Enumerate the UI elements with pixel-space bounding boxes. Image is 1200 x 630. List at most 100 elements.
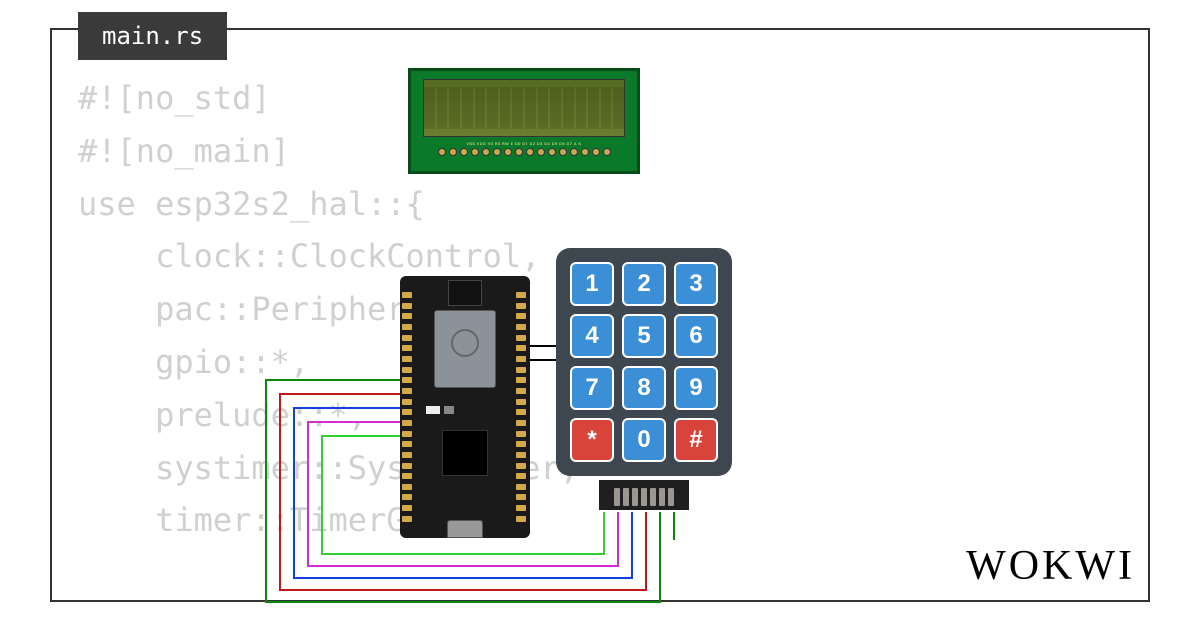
- board-pin[interactable]: [402, 324, 412, 330]
- board-pin[interactable]: [516, 367, 526, 373]
- lcd-char-cell: [437, 87, 448, 129]
- board-pin[interactable]: [402, 356, 412, 362]
- keypad-key-3[interactable]: 3: [674, 262, 718, 306]
- board-pin[interactable]: [402, 335, 412, 341]
- lcd-pin[interactable]: [438, 148, 446, 156]
- lcd-pin[interactable]: [570, 148, 578, 156]
- lcd-pin[interactable]: [504, 148, 512, 156]
- lcd-pin[interactable]: [592, 148, 600, 156]
- board-pin[interactable]: [516, 505, 526, 511]
- board-pin[interactable]: [402, 303, 412, 309]
- board-pin[interactable]: [516, 431, 526, 437]
- board-pin[interactable]: [516, 335, 526, 341]
- board-pin[interactable]: [402, 313, 412, 319]
- brand-logo: WOKWI: [966, 542, 1135, 590]
- board-led-icon: [426, 406, 440, 414]
- keypad-component[interactable]: 123 456 789 *0#: [556, 248, 732, 476]
- board-pin[interactable]: [516, 420, 526, 426]
- board-pin[interactable]: [516, 409, 526, 415]
- keypad-connector-pin[interactable]: [668, 488, 674, 506]
- board-pin[interactable]: [516, 452, 526, 458]
- board-pin[interactable]: [402, 494, 412, 500]
- keypad-key-5[interactable]: 5: [622, 314, 666, 358]
- board-pin[interactable]: [516, 473, 526, 479]
- board-pin[interactable]: [402, 431, 412, 437]
- board-pin[interactable]: [402, 473, 412, 479]
- lcd-char-cell: [563, 87, 574, 129]
- board-pin[interactable]: [402, 409, 412, 415]
- board-pin[interactable]: [402, 484, 412, 490]
- board-pin[interactable]: [516, 516, 526, 522]
- esp32-board[interactable]: [400, 276, 530, 538]
- board-pin[interactable]: [516, 441, 526, 447]
- lcd-char-cell: [588, 87, 599, 129]
- board-pin[interactable]: [516, 463, 526, 469]
- board-pin[interactable]: [516, 356, 526, 362]
- board-led-icon: [444, 406, 454, 414]
- keypad-key-0[interactable]: 0: [622, 418, 666, 462]
- lcd-component[interactable]: VSS VDD V0 RS RW E D0 D1 D2 D3 D4 D5 D6 …: [408, 68, 640, 174]
- keypad-key-9[interactable]: 9: [674, 366, 718, 410]
- lcd-pin[interactable]: [559, 148, 567, 156]
- keypad-connector-pin[interactable]: [659, 488, 665, 506]
- board-pin[interactable]: [402, 441, 412, 447]
- lcd-pin[interactable]: [460, 148, 468, 156]
- keypad-connector-pin[interactable]: [650, 488, 656, 506]
- board-pin[interactable]: [516, 303, 526, 309]
- board-pin[interactable]: [516, 399, 526, 405]
- board-pin[interactable]: [402, 505, 412, 511]
- board-pin[interactable]: [402, 377, 412, 383]
- file-tab[interactable]: main.rs: [78, 12, 227, 60]
- board-pin[interactable]: [402, 452, 412, 458]
- board-pin[interactable]: [516, 388, 526, 394]
- lcd-pin[interactable]: [482, 148, 490, 156]
- lcd-char-cell: [601, 87, 612, 129]
- board-pin[interactable]: [402, 420, 412, 426]
- board-rf-module: [434, 310, 496, 388]
- keypad-connector: [599, 480, 689, 510]
- board-pin[interactable]: [516, 324, 526, 330]
- board-pin[interactable]: [516, 494, 526, 500]
- keypad-key-6[interactable]: 6: [674, 314, 718, 358]
- keypad-key-hash[interactable]: #: [674, 418, 718, 462]
- lcd-pin[interactable]: [493, 148, 501, 156]
- lcd-pin[interactable]: [515, 148, 523, 156]
- board-pin[interactable]: [516, 292, 526, 298]
- lcd-char-cell: [462, 87, 473, 129]
- board-pin[interactable]: [402, 367, 412, 373]
- file-tab-label: main.rs: [102, 22, 203, 50]
- lcd-pin-labels: VSS VDD V0 RS RW E D0 D1 D2 D3 D4 D5 D6 …: [411, 141, 637, 146]
- lcd-pin[interactable]: [581, 148, 589, 156]
- board-pins-left: [402, 292, 414, 522]
- board-pin[interactable]: [402, 345, 412, 351]
- keypad-connector-pin[interactable]: [623, 488, 629, 506]
- keypad-connector-pin[interactable]: [614, 488, 620, 506]
- board-pin[interactable]: [516, 484, 526, 490]
- board-pin[interactable]: [402, 388, 412, 394]
- lcd-pin[interactable]: [449, 148, 457, 156]
- lcd-pin[interactable]: [537, 148, 545, 156]
- keypad-key-1[interactable]: 1: [570, 262, 614, 306]
- board-antenna: [448, 280, 482, 306]
- keypad-grid: 123 456 789 *0#: [570, 262, 718, 462]
- keypad-connector-pin[interactable]: [632, 488, 638, 506]
- board-pin[interactable]: [516, 313, 526, 319]
- board-pin[interactable]: [402, 292, 412, 298]
- lcd-pin[interactable]: [471, 148, 479, 156]
- lcd-char-cell: [613, 87, 624, 129]
- keypad-key-8[interactable]: 8: [622, 366, 666, 410]
- keypad-connector-pin[interactable]: [641, 488, 647, 506]
- board-pin[interactable]: [516, 377, 526, 383]
- board-pin[interactable]: [516, 345, 526, 351]
- lcd-char-cell: [525, 87, 536, 129]
- keypad-key-4[interactable]: 4: [570, 314, 614, 358]
- lcd-pin[interactable]: [603, 148, 611, 156]
- keypad-key-star[interactable]: *: [570, 418, 614, 462]
- keypad-key-7[interactable]: 7: [570, 366, 614, 410]
- board-pin[interactable]: [402, 516, 412, 522]
- board-pin[interactable]: [402, 463, 412, 469]
- lcd-pin[interactable]: [526, 148, 534, 156]
- lcd-pin[interactable]: [548, 148, 556, 156]
- board-pin[interactable]: [402, 399, 412, 405]
- keypad-key-2[interactable]: 2: [622, 262, 666, 306]
